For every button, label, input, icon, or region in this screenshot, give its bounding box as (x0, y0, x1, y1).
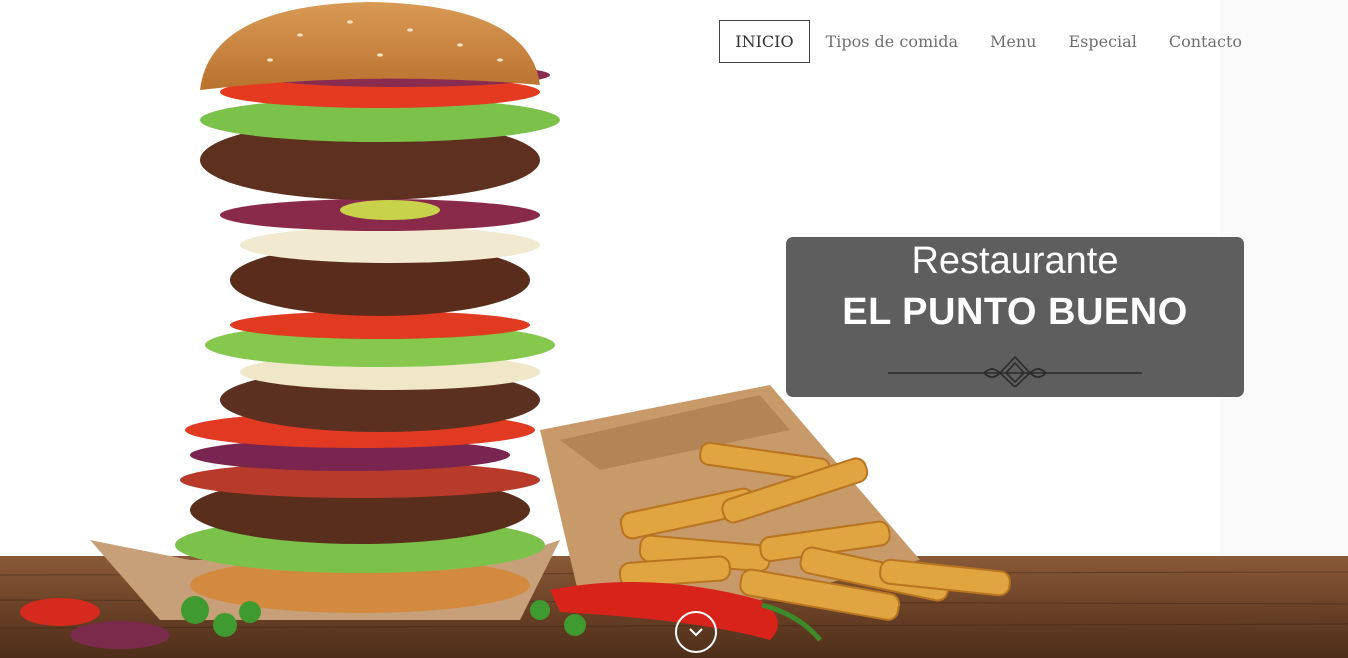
main-navigation: INICIO Tipos de comida Menu Especial Con… (719, 20, 1258, 63)
hero-title-restaurante: Restaurante (911, 240, 1119, 282)
hero-title-card: Restaurante EL PUNTO BUENO (786, 237, 1244, 397)
ornament-divider-icon (888, 355, 1142, 387)
nav-item-especial[interactable]: Especial (1052, 20, 1152, 63)
nav-item-tipos-de-comida[interactable]: Tipos de comida (810, 20, 974, 63)
hero-title-restaurant-name: EL PUNTO BUENO (842, 291, 1188, 333)
nav-item-menu[interactable]: Menu (974, 20, 1052, 63)
nav-item-contacto[interactable]: Contacto (1153, 20, 1258, 63)
chevron-down-icon (689, 628, 703, 637)
scroll-down-button[interactable] (675, 611, 717, 653)
nav-item-inicio[interactable]: INICIO (719, 20, 810, 63)
